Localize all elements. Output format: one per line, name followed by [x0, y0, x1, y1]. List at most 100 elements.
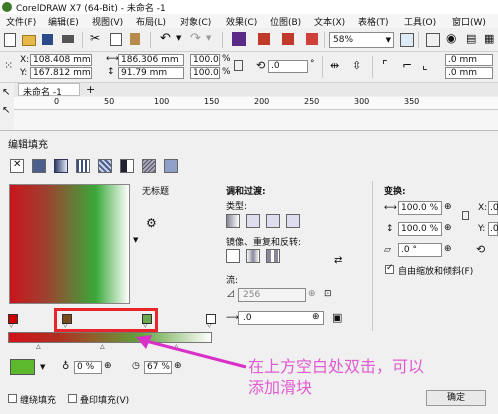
options-icon[interactable]: ▦: [484, 32, 498, 46]
menu-effects[interactable]: 效果(C): [226, 15, 257, 28]
round-corner-icon[interactable]: ⌜: [382, 58, 396, 72]
menu-edit[interactable]: 编辑(E): [48, 15, 79, 28]
height-field[interactable]: 91.79 mm: [118, 67, 184, 79]
blend-heading: 调和过渡:: [226, 187, 266, 197]
two-color-pattern-icon[interactable]: [120, 159, 134, 173]
mirror-vertical-icon[interactable]: ⇳: [352, 59, 366, 73]
vector-pattern-icon[interactable]: [76, 159, 90, 173]
mirror-horizontal-icon[interactable]: ⇹: [330, 59, 344, 73]
bitmap-pattern-icon[interactable]: [98, 159, 112, 173]
add-tab-icon[interactable]: +: [86, 83, 95, 96]
width-field[interactable]: 186.306 mm: [118, 54, 184, 66]
search-content-icon[interactable]: [232, 32, 246, 46]
overprint-fill-checkbox[interactable]: [68, 394, 77, 403]
fill-height-spinner-icon[interactable]: ⊕: [444, 223, 452, 233]
export-icon[interactable]: [282, 33, 294, 45]
type-label: 类型:: [226, 202, 248, 212]
midpoint-marker-icon[interactable]: △: [100, 343, 105, 350]
menu-bitmap[interactable]: 位图(B): [270, 15, 301, 28]
snap-to-icon[interactable]: [426, 33, 440, 47]
node-color-dropdown-icon[interactable]: ▼: [40, 363, 45, 371]
lock-ratio-icon[interactable]: [234, 60, 243, 71]
menu-tools[interactable]: 工具(O): [404, 15, 436, 28]
y-position-field[interactable]: 167.812 mm: [30, 67, 92, 79]
steps-lock-icon[interactable]: ⊡: [324, 289, 332, 299]
node-color-swatch[interactable]: [10, 359, 35, 375]
menu-object[interactable]: 对象(C): [180, 15, 211, 28]
print-icon[interactable]: [62, 35, 74, 43]
opacity-spinner-icon[interactable]: ⊕: [104, 361, 112, 371]
fountain-fill-icon[interactable]: [54, 159, 68, 173]
opacity-field[interactable]: 0 %: [74, 361, 102, 374]
repeat-fill-icon[interactable]: [266, 249, 280, 263]
no-fill-icon[interactable]: ✕: [10, 159, 24, 173]
rotation-field[interactable]: .0: [268, 60, 308, 73]
open-folder-icon[interactable]: [22, 35, 36, 46]
cut-icon[interactable]: ✂: [90, 31, 104, 45]
menu-view[interactable]: 视图(V): [92, 15, 123, 28]
full-screen-icon[interactable]: [400, 33, 414, 47]
corner-radius-bottom-field[interactable]: .0 mm: [445, 67, 493, 79]
skew-field[interactable]: .0 °: [398, 243, 442, 257]
fill-width-field[interactable]: 100.0 %: [398, 201, 442, 215]
wrap-fill-checkbox[interactable]: [8, 394, 17, 403]
fill-name: 无标题: [142, 187, 170, 197]
offset-y-field[interactable]: .0: [488, 222, 498, 236]
x-position-field[interactable]: 108.408 mm: [30, 54, 92, 66]
skew-spinner-icon[interactable]: ⊕: [444, 244, 452, 254]
acceleration-spinner-icon[interactable]: ⊕: [312, 312, 320, 322]
pick-tool-icon[interactable]: ↖: [2, 87, 10, 98]
standard-toolbar: ✂ ↶ ▼ ↷ ▼ 58% ▼ ◉ ▤ ▦: [0, 29, 498, 52]
scale-x-field[interactable]: 100.0: [190, 54, 220, 66]
postscript-fill-icon[interactable]: [164, 159, 178, 173]
save-icon[interactable]: [42, 34, 53, 45]
conical-fountain-icon[interactable]: [266, 214, 280, 228]
free-scale-label: 自由缩放和倾斜(F): [398, 267, 474, 277]
menu-table[interactable]: 表格(T): [358, 15, 389, 28]
publish-pdf-icon[interactable]: [306, 33, 318, 45]
zoom-dropdown-icon[interactable]: ▼: [386, 36, 391, 44]
fill-height-field[interactable]: 100.0 %: [398, 222, 442, 236]
free-scale-checkbox[interactable]: ✓: [385, 263, 394, 274]
undo-dropdown-icon[interactable]: ▼: [176, 34, 190, 48]
steps-field[interactable]: 256: [238, 288, 306, 302]
fill-library-dropdown-icon[interactable]: ▼: [133, 236, 138, 244]
new-document-icon[interactable]: [4, 33, 16, 47]
undo-icon[interactable]: ↶: [160, 31, 174, 46]
menu-file[interactable]: 文件(F): [6, 15, 36, 28]
ruler-toggle-icon[interactable]: ▤: [466, 32, 480, 46]
midpoint-marker-icon[interactable]: △: [36, 343, 41, 350]
rectangular-fountain-icon[interactable]: [286, 214, 300, 228]
redo-icon[interactable]: ↷: [190, 31, 204, 46]
steps-spinner-icon[interactable]: ⊕: [308, 289, 316, 299]
shape-tool-icon[interactable]: ↖: [2, 105, 10, 116]
import-icon[interactable]: [258, 33, 270, 45]
scale-y-field[interactable]: 100.0: [190, 67, 220, 79]
chamfer-corner-icon[interactable]: ⌞: [422, 58, 436, 72]
corner-radius-top-field[interactable]: .0 mm: [445, 54, 493, 66]
doc-tab[interactable]: 未命名 -1: [18, 83, 80, 98]
view-eye-icon[interactable]: ◉: [446, 31, 460, 45]
uniform-fill-icon[interactable]: [32, 159, 46, 173]
scallop-corner-icon[interactable]: ⌐: [402, 58, 416, 72]
menu-text[interactable]: 文本(X): [314, 15, 345, 28]
elliptical-fountain-icon[interactable]: [246, 214, 260, 228]
default-fill-icon[interactable]: [226, 249, 240, 263]
menu-window[interactable]: 窗口(W): [452, 15, 486, 28]
mirror-fill-icon[interactable]: [246, 249, 260, 263]
zoom-level-box[interactable]: 58% ▼: [329, 32, 394, 48]
fill-ratio-lock-icon[interactable]: [462, 211, 469, 220]
smooth-transition-icon[interactable]: ▣: [332, 311, 342, 324]
reverse-fill-icon[interactable]: ⇄: [334, 255, 342, 266]
menu-layout[interactable]: 布局(L): [136, 15, 166, 28]
offset-x-field[interactable]: .0: [488, 201, 498, 215]
texture-fill-icon[interactable]: [142, 159, 156, 173]
ok-button[interactable]: 确定: [426, 390, 486, 406]
fill-library-icon[interactable]: ⚙: [146, 216, 157, 230]
object-origin-icon[interactable]: ⁙: [4, 59, 18, 73]
copy-icon[interactable]: [110, 33, 122, 46]
fill-width-spinner-icon[interactable]: ⊕: [444, 202, 452, 212]
linear-fountain-icon[interactable]: [226, 214, 240, 228]
paste-icon[interactable]: [130, 33, 140, 45]
redo-dropdown-icon[interactable]: ▼: [206, 34, 220, 48]
